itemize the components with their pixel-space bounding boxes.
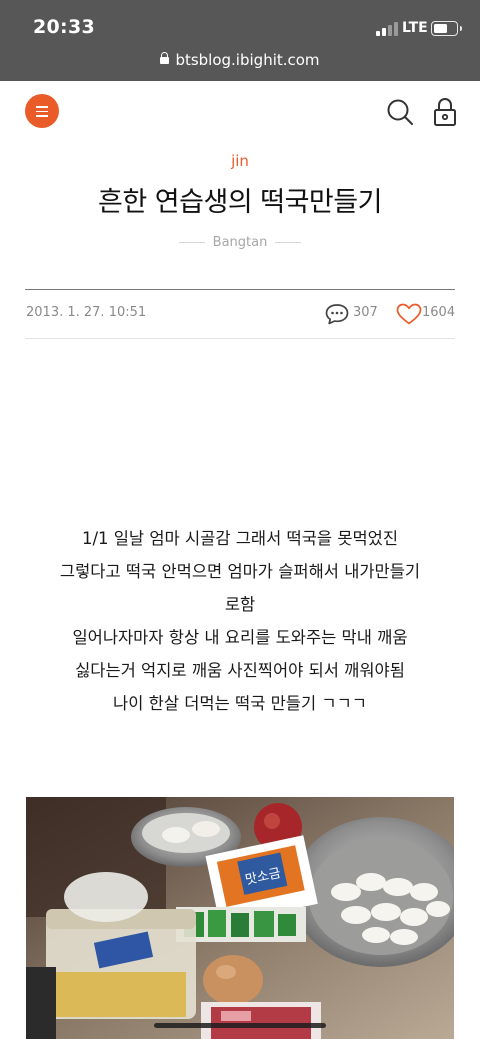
meta-divider-top [25,289,455,290]
body-line: 일어나자마자 항상 내 요리를 도와주는 막내 깨움 [72,628,408,647]
address-bar[interactable]: btsblog.ibighit.com [0,51,480,69]
like-count[interactable]: 1604 [422,305,455,320]
status-time: 20:33 [33,16,95,38]
heart-icon[interactable] [396,303,422,325]
post-title: 흔한 연습생의 떡국만들기 [98,187,382,218]
body-line: 그렇다고 떡국 안먹으면 엄마가 슬퍼해서 내가만들기 [59,562,421,581]
comment-count[interactable]: 307 [353,305,378,320]
food-ingredients-image: 맛소금 [26,797,454,1039]
post-photo[interactable]: 맛소금 [26,797,454,1039]
home-indicator[interactable] [154,1023,326,1028]
post-body: 1/1 일날 엄마 시골감 그래서 떡국을 못먹었진 그렇다고 떡국 안먹으면 … [20,522,460,720]
secure-lock-icon [160,52,170,64]
author-row: Bangtan [0,232,480,251]
signal-strength-icon [376,22,398,36]
post-category[interactable]: jin [0,152,480,170]
body-line: 로함 [224,595,256,614]
body-line: 싫다는거 억지로 깨움 사진찍어야 되서 깨워야됨 [75,661,405,680]
search-icon[interactable] [386,98,414,126]
battery-icon [431,21,462,36]
comment-icon[interactable] [325,303,349,325]
body-line: 나이 한살 더먹는 떡국 만들기 ㄱㄱㄱ [113,694,367,713]
menu-button[interactable] [25,94,59,128]
body-line: 1/1 일날 엄마 시골감 그래서 떡국을 못먹었진 [81,529,399,548]
url-text: btsblog.ibighit.com [175,51,320,69]
browser-top-bar: 20:33 LTE btsblog.ibighit.com [0,0,480,81]
author-divider-left [178,242,205,243]
post-author[interactable]: Bangtan [213,235,268,250]
network-type: LTE [402,20,428,36]
meta-divider-bottom [25,338,455,339]
lock-icon[interactable] [433,97,457,127]
post-date: 2013. 1. 27. 10:51 [26,305,147,320]
author-divider-right [275,242,302,243]
